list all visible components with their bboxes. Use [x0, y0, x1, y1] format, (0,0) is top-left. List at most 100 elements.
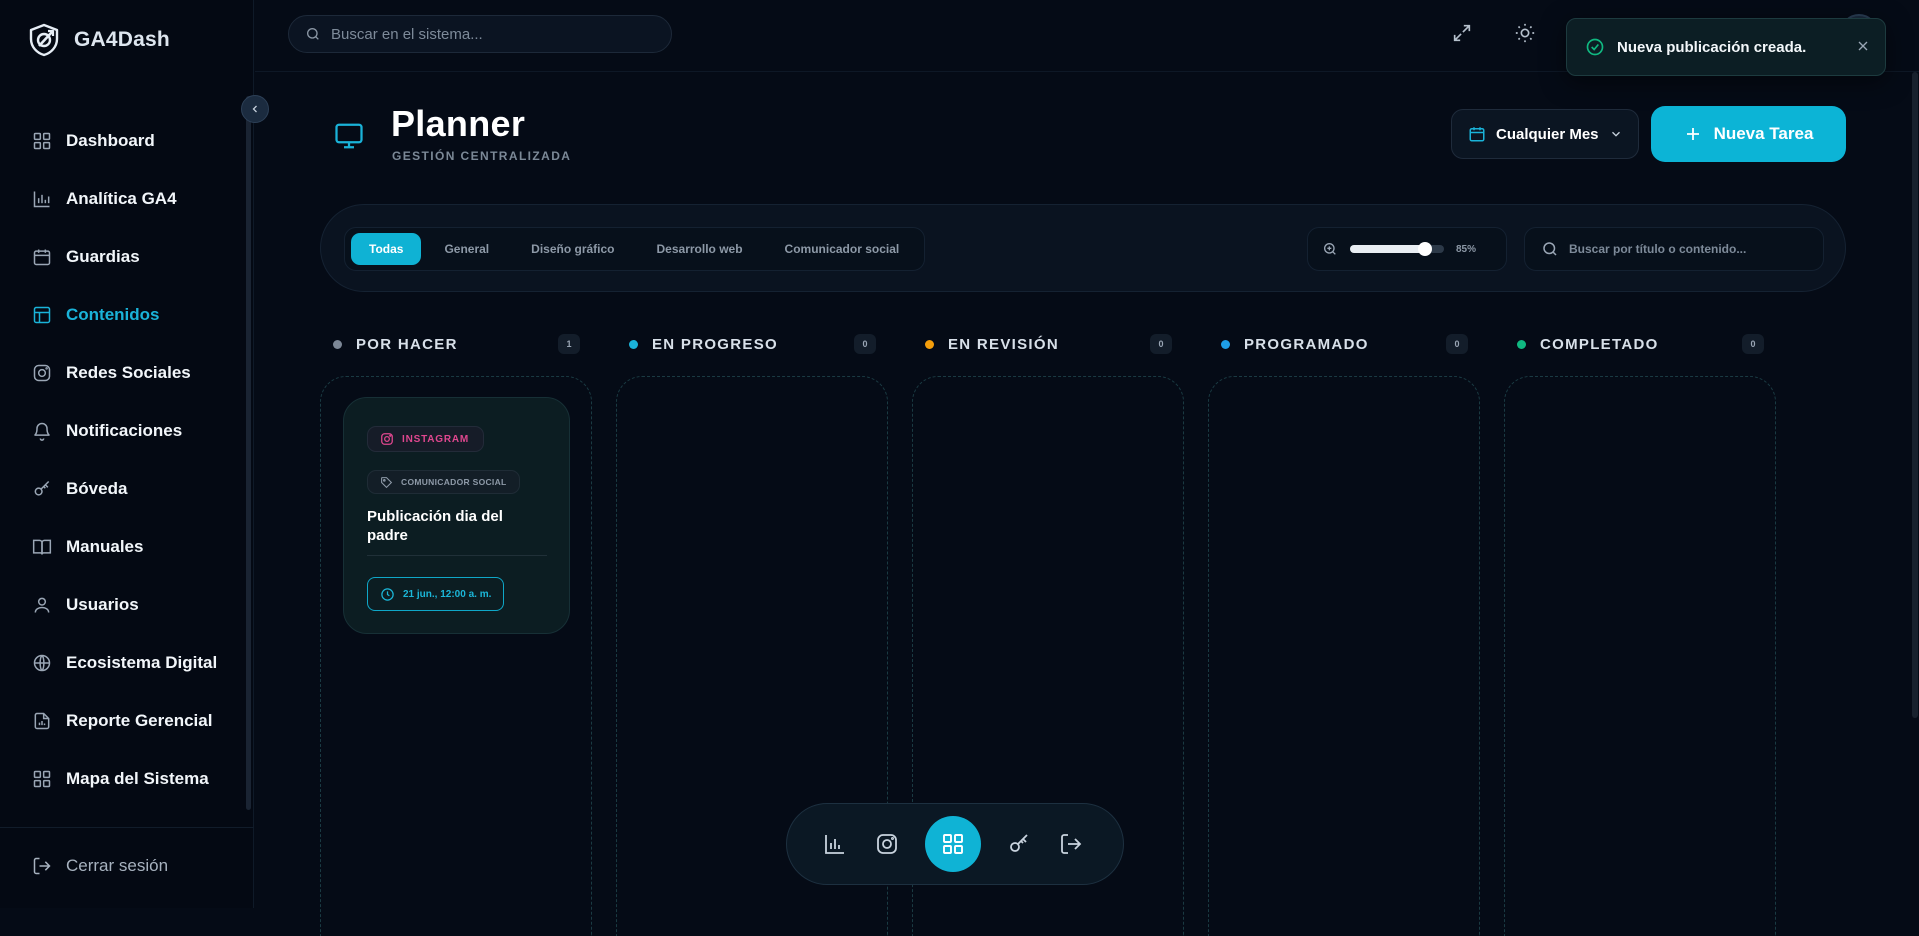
tab-desarrollo-web[interactable]: Desarrollo web	[638, 233, 762, 265]
sidebar-item-ecosistema-digital[interactable]: Ecosistema Digital	[0, 634, 246, 692]
bell-icon	[34, 422, 50, 441]
app-logo[interactable]: GA4Dash	[26, 22, 170, 58]
category-badge: COMUNICADOR SOCIAL	[367, 470, 520, 494]
column-dropzone[interactable]	[1208, 376, 1480, 936]
sidebar-scrollbar[interactable]	[246, 96, 251, 810]
column-title: PROGRAMADO	[1244, 335, 1369, 353]
app-name: GA4Dash	[74, 28, 170, 51]
logout-icon	[33, 857, 51, 875]
sidebar-item-label: Bóveda	[66, 479, 128, 498]
sidebar-item-label: Notificaciones	[66, 421, 183, 440]
column-count-badge: 1	[558, 334, 580, 354]
zoom-value: 85%	[1456, 243, 1477, 255]
clock-icon	[381, 587, 394, 601]
sidebar-item-analitica[interactable]: Analítica GA4	[0, 170, 246, 228]
logout-icon[interactable]	[1059, 832, 1083, 856]
sun-icon[interactable]	[1514, 22, 1538, 46]
zoom-slider[interactable]	[1350, 242, 1444, 256]
tag-icon	[381, 476, 393, 488]
close-icon[interactable]	[1855, 38, 1871, 54]
toast-message: Nueva publicación creada.	[1617, 38, 1807, 56]
card-search-input[interactable]	[1569, 242, 1809, 256]
instagram-icon[interactable]	[875, 832, 899, 856]
column-count-badge: 0	[1742, 334, 1764, 354]
sidebar-item-guardias[interactable]: Guardias	[0, 228, 246, 286]
logo-icon	[26, 22, 62, 58]
page-scrollbar[interactable]	[1912, 72, 1918, 718]
collapse-sidebar-button[interactable]	[241, 95, 269, 123]
column-title: EN REVISIÓN	[948, 335, 1059, 353]
column-header: EN REVISIÓN 0	[912, 332, 1182, 356]
card-search[interactable]	[1524, 227, 1824, 271]
category-label: COMUNICADOR SOCIAL	[401, 477, 507, 487]
search-icon	[307, 28, 319, 40]
filter-bar: Todas General Diseño gráfico Desarrollo …	[320, 204, 1846, 292]
sidebar-item-label: Usuarios	[66, 595, 139, 614]
sidebar: GA4Dash Dashboard Analítica GA4 Guardias…	[0, 0, 254, 908]
layout-icon	[33, 306, 51, 324]
task-card[interactable]: INSTAGRAM COMUNICADOR SOCIAL Publicación…	[343, 397, 570, 634]
grid-icon[interactable]	[925, 816, 981, 872]
sidebar-item-label: Contenidos	[66, 305, 160, 324]
column-header: COMPLETADO 0	[1504, 332, 1774, 356]
zoom-control: 85%	[1307, 227, 1507, 271]
bar-chart-icon[interactable]	[823, 832, 847, 856]
month-filter-value: Cualquier Mes	[1496, 125, 1599, 143]
column-title: COMPLETADO	[1540, 335, 1659, 353]
new-task-button[interactable]: Nueva Tarea	[1651, 106, 1846, 162]
status-dot	[925, 339, 934, 349]
toast-notification: Nueva publicación creada.	[1566, 18, 1886, 76]
check-circle-icon	[1586, 38, 1604, 56]
sidebar-item-usuarios[interactable]: Usuarios	[0, 576, 246, 634]
sidebar-item-contenidos[interactable]: Contenidos	[0, 286, 246, 344]
column-count-badge: 0	[1150, 334, 1172, 354]
sidebar-item-boveda[interactable]: Bóveda	[0, 460, 246, 518]
sidebar-item-reporte-gerencial[interactable]: Reporte Gerencial	[0, 692, 246, 750]
zoom-in-icon	[1324, 243, 1336, 255]
tab-general[interactable]: General	[425, 233, 508, 265]
board-column-completado: COMPLETADO 0	[1504, 332, 1776, 936]
bottom-dock	[786, 803, 1124, 885]
sidebar-item-label: Redes Sociales	[66, 363, 191, 382]
column-count-badge: 0	[854, 334, 876, 354]
tab-diseno-grafico[interactable]: Diseño gráfico	[512, 233, 633, 265]
sidebar-item-label: Ecosistema Digital	[66, 653, 218, 672]
key-icon[interactable]	[1007, 832, 1031, 856]
bar-chart-icon	[33, 191, 50, 208]
platform-badge: INSTAGRAM	[367, 426, 485, 452]
sidebar-item-notificaciones[interactable]: Notificaciones	[0, 402, 246, 460]
card-date-label: 21 jun., 12:00 a. m.	[403, 588, 492, 600]
sidebar-nav: Dashboard Analítica GA4 Guardias Conteni…	[0, 112, 246, 808]
sidebar-item-redes-sociales[interactable]: Redes Sociales	[0, 344, 246, 402]
column-title: EN PROGRESO	[652, 335, 778, 353]
sidebar-item-dashboard[interactable]: Dashboard	[0, 112, 246, 170]
sidebar-item-label: Manuales	[66, 537, 144, 556]
month-filter-dropdown[interactable]: Cualquier Mes	[1451, 109, 1639, 159]
global-search-input[interactable]	[331, 25, 651, 43]
monitor-icon	[333, 121, 365, 151]
status-dot	[629, 339, 638, 349]
file-report-icon	[34, 712, 50, 730]
column-dropzone[interactable]	[1504, 376, 1776, 936]
fullscreen-icon[interactable]	[1451, 22, 1475, 46]
zoom-slider-thumb[interactable]	[1418, 242, 1433, 256]
calendar-icon	[1469, 127, 1485, 142]
page-subtitle: GESTIÓN CENTRALIZADA	[392, 149, 572, 163]
sidebar-item-label: Analítica GA4	[66, 189, 177, 208]
column-header: EN PROGRESO 0	[616, 332, 886, 356]
sidebar-item-label: Reporte Gerencial	[66, 711, 213, 730]
global-search[interactable]	[288, 15, 672, 53]
column-header: PROGRAMADO 0	[1208, 332, 1478, 356]
sidebar-item-mapa-sistema[interactable]: Mapa del Sistema	[0, 750, 246, 808]
book-icon	[32, 539, 52, 555]
tab-comunicador-social[interactable]: Comunicador social	[766, 233, 919, 265]
tab-todas[interactable]: Todas	[351, 233, 422, 265]
new-task-label: Nueva Tarea	[1713, 124, 1814, 143]
column-title: POR HACER	[356, 335, 458, 353]
calendar-icon	[33, 249, 51, 266]
sidebar-item-manuales[interactable]: Manuales	[0, 518, 246, 576]
zoom-slider-fill	[1350, 245, 1426, 253]
logout-button[interactable]: Cerrar sesión	[32, 856, 168, 876]
user-icon	[34, 597, 50, 613]
sidebar-item-label: Mapa del Sistema	[66, 769, 209, 788]
